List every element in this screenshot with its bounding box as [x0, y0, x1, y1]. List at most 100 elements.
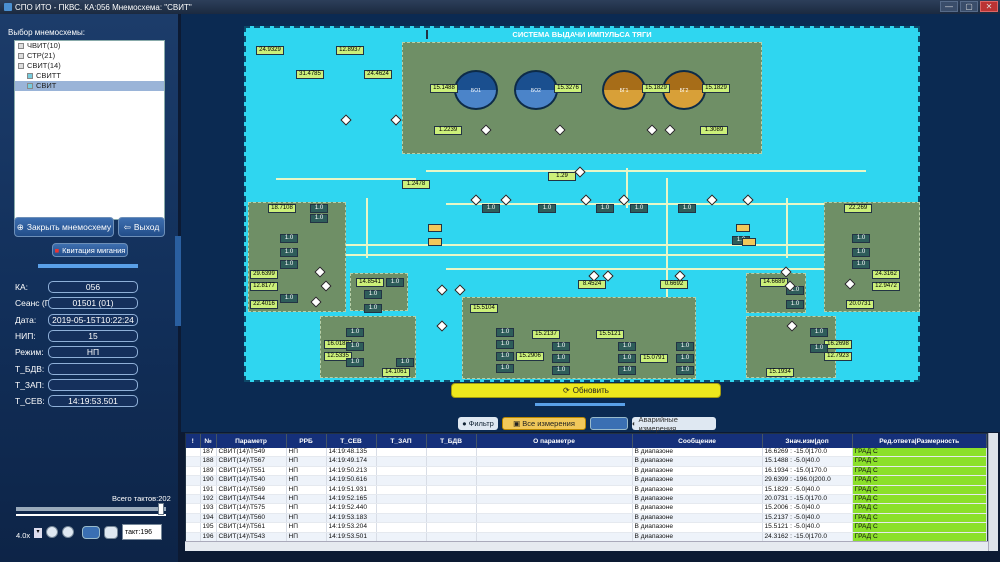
tick-input[interactable]: такт:196	[122, 524, 162, 540]
valve-icon	[390, 114, 402, 126]
column-header[interactable]: Т_СЕВ	[326, 434, 377, 448]
state-box: 1.0	[596, 204, 614, 213]
column-header[interactable]: Сообщение	[632, 434, 763, 448]
column-header[interactable]: №	[200, 434, 217, 448]
column-header[interactable]: Параметр	[216, 434, 287, 448]
table-cell: 191	[200, 485, 217, 496]
tab-toggle[interactable]	[590, 417, 628, 430]
table-cell	[186, 466, 201, 477]
column-header[interactable]: О параметре	[476, 434, 633, 448]
table-cell	[476, 466, 633, 477]
tree-item[interactable]: СВИТ(14)	[15, 61, 164, 71]
tree-item-label: СВИТ	[36, 81, 57, 90]
exit-button[interactable]: ⇦ Выход	[118, 217, 165, 237]
table-cell: СВИТ(14)\Т551	[216, 466, 287, 477]
ack-blink-button[interactable]: ■ Квитация мигания	[52, 243, 128, 257]
field-value: 056	[48, 281, 138, 293]
table-cell: 15.1829 : -5.0|40.0	[762, 485, 853, 496]
table-cell: СВИТ(14)\Т540	[216, 475, 287, 486]
table-cell: СВИТ(14)\Т569	[216, 485, 287, 496]
tree-label: Выбор мнемосхемы:	[8, 28, 85, 37]
column-header[interactable]: Т_ЗАП	[376, 434, 427, 448]
table-row[interactable]: 194 СВИТ(14)\Т560 НП 14:19:53.183 В диапазон…	[186, 513, 988, 524]
table-cell	[476, 448, 633, 458]
tree-item[interactable]: СВИТ	[15, 81, 164, 91]
column-header[interactable]: Знач.изм|доп	[762, 434, 853, 448]
speed-stepper[interactable]: ▾	[34, 528, 42, 538]
table-cell: 188	[200, 456, 217, 467]
table-cell: СВИТ(14)\Т561	[216, 522, 287, 533]
table-row[interactable]: 195 СВИТ(14)\Т561 НП 14:19:53.204 В диапазон…	[186, 522, 988, 533]
close-button[interactable]: ✕	[980, 1, 998, 12]
state-box: 1.0	[496, 328, 514, 337]
state-box: 1.0	[346, 328, 364, 337]
value-readout: 1.3089	[700, 126, 728, 135]
table-cell	[186, 494, 201, 505]
field-value	[48, 363, 138, 375]
table-cell	[376, 466, 427, 477]
column-header[interactable]: РРБ	[286, 434, 327, 448]
table-cell: НП	[286, 456, 327, 467]
mnemo-tree[interactable]: ЧВИТ(10) СТР(21) СВИТ(14) СВИТТ СВИТ	[14, 40, 165, 220]
table-hscroll[interactable]	[185, 541, 988, 551]
window-titlebar: СПО ИТО - ПКВС. КА:056 Мнемосхема: "СВИТ…	[0, 0, 1000, 14]
timeline-thumb[interactable]	[158, 503, 164, 515]
value-readout: 1.2239	[434, 126, 462, 135]
table-cell: 14:19:53.204	[326, 522, 377, 533]
table-row[interactable]: 190 СВИТ(14)\Т540 НП 14:19:50.616 В диапазон…	[186, 475, 988, 486]
state-box: 1.0	[676, 342, 694, 351]
state-box: 1.0	[280, 248, 298, 257]
forward-button[interactable]	[104, 526, 118, 539]
table-vscroll[interactable]	[988, 433, 998, 551]
collapse-handle[interactable]	[38, 264, 138, 268]
column-header[interactable]: Ред.ответа|Размерность	[852, 434, 988, 448]
tree-item[interactable]: ЧВИТ(10)	[15, 41, 164, 51]
pipe-line	[786, 198, 788, 258]
valve-icon	[436, 320, 448, 332]
rewind-button[interactable]	[46, 526, 58, 538]
column-header[interactable]: !	[186, 434, 201, 448]
maximize-button[interactable]: ▢	[960, 1, 978, 12]
subsystem-block	[824, 202, 920, 312]
table-row[interactable]: 192 СВИТ(14)\Т544 НП 14:19:52.165 В диапазон…	[186, 494, 988, 505]
state-box: 1.0	[852, 234, 870, 243]
tab-filter[interactable]: ● Фильтр	[458, 417, 498, 430]
table-cell	[426, 448, 477, 458]
diagram-scroll-handle[interactable]	[535, 403, 625, 406]
minimize-button[interactable]: —	[940, 1, 958, 12]
table-row[interactable]: 188 СВИТ(14)\Т567 НП 14:19:49.174 В диапазон…	[186, 456, 988, 467]
state-box: 1.0	[678, 204, 696, 213]
tree-item[interactable]: СВИТТ	[15, 71, 164, 81]
table-cell: 15.2137 : -5.0|40.0	[762, 513, 853, 524]
table-row[interactable]: 193 СВИТ(14)\Т575 НП 14:19:52.440 В диапазон…	[186, 503, 988, 514]
table-cell: 16.1934 : -15.0|170.0	[762, 466, 853, 477]
tab-all-measurements[interactable]: ▣ Все измерения	[502, 417, 586, 430]
table-row[interactable]: 189 СВИТ(14)\Т551 НП 14:19:50.213 В диапазон…	[186, 466, 988, 477]
tank-label: БГ2	[679, 88, 689, 94]
play-button[interactable]	[82, 526, 100, 539]
state-box: 1.0	[386, 278, 404, 287]
table-row[interactable]: 187 СВИТ(14)\Т549 НП 14:19:48.135 В диапазон…	[186, 448, 988, 458]
tree-item[interactable]: СТР(21)	[15, 51, 164, 61]
close-mnemo-button[interactable]: ⊕ Закрыть мнемосхему	[14, 217, 114, 237]
tab-alarm-measurements[interactable]: ◐ Аварийные измерения	[632, 415, 716, 433]
refresh-button[interactable]: ⟳ Обновить	[451, 383, 721, 398]
field-value: 15	[48, 330, 138, 342]
state-box: 1.0	[630, 204, 648, 213]
field-value: 14:19:53.501	[48, 395, 138, 407]
field-label: Т_БДВ:	[15, 364, 45, 374]
column-header[interactable]: Т_БДВ	[426, 434, 477, 448]
folder-icon	[18, 63, 24, 69]
state-box: 1.0	[676, 366, 694, 375]
table-cell: НП	[286, 466, 327, 477]
state-box: 1.0	[482, 204, 500, 213]
stop-button[interactable]	[62, 526, 74, 538]
timeline-slider[interactable]	[16, 507, 166, 511]
table-cell: В диапазоне	[632, 466, 763, 477]
pipe-line	[276, 178, 416, 180]
table-cell: 15.2006 : -5.0|40.0	[762, 503, 853, 514]
table-cell: В диапазоне	[632, 522, 763, 533]
measurements-table: ! № Параметр РРБ Т_СЕВ Т_ЗАП Т_БДВ О параметре С…	[185, 433, 988, 551]
value-readout: 12.7923	[824, 352, 852, 361]
table-row[interactable]: 191 СВИТ(14)\Т569 НП 14:19:51.931 В диапазон…	[186, 485, 988, 496]
